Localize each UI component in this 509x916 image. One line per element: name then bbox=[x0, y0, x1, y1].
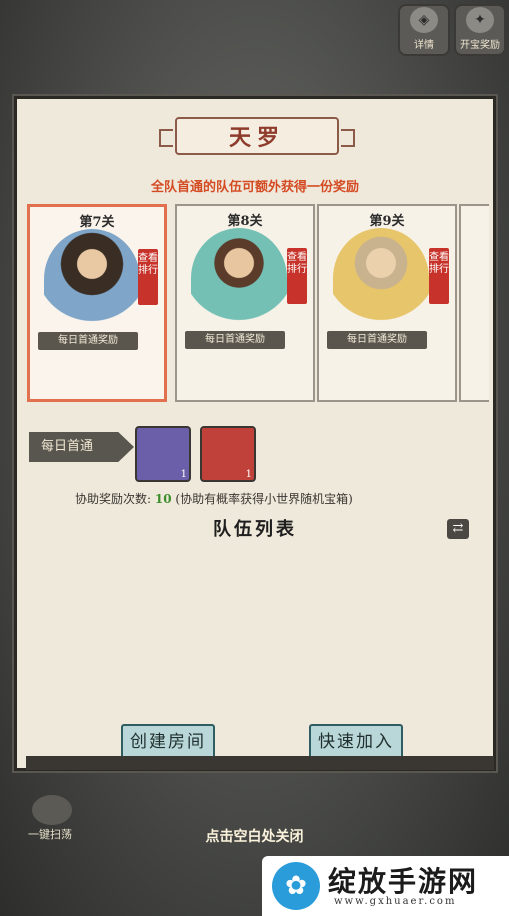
refresh-icon[interactable]: ⇄ bbox=[447, 519, 469, 539]
team-list-title: 队伍列表 bbox=[17, 515, 493, 543]
item-count: 1 bbox=[245, 469, 252, 480]
assist-count: 10 bbox=[154, 492, 172, 506]
stage-list[interactable]: 第7关 查看排行 每日首通奖励 第8关 查看排行 每日首通奖励 第9关 查看排行… bbox=[27, 204, 489, 409]
close-hint[interactable]: 点击空白处关闭 bbox=[0, 826, 509, 846]
stage-number: 第8关 bbox=[227, 214, 263, 229]
assist-label: 协助奖励次数: bbox=[75, 492, 152, 506]
stage-number: 第7关 bbox=[79, 215, 115, 230]
details-button[interactable]: ◈ 详情 bbox=[398, 4, 450, 56]
stage-card-next[interactable] bbox=[459, 204, 489, 402]
watermark-name: 绽放手游网 bbox=[328, 865, 479, 898]
team-list-title-text: 队伍列表 bbox=[213, 519, 297, 540]
view-ranking-button[interactable]: 查看排行 bbox=[287, 248, 307, 304]
watermark: ✿ 绽放手游网 www.gxhuaer.com bbox=[262, 856, 509, 916]
watermark-url: www.gxhuaer.com bbox=[334, 896, 457, 907]
reward-item-crystal[interactable]: 1 bbox=[135, 426, 191, 482]
dungeon-dialog: 天罗 全队首通的队伍可额外获得一份奖励 第7关 查看排行 每日首通奖励 第8关 … bbox=[14, 96, 496, 771]
hero-portrait bbox=[44, 229, 140, 329]
hero-portrait bbox=[191, 228, 287, 328]
hero-portrait bbox=[333, 228, 429, 328]
top-bar: ◈ 详情 ✦ 开宝奖励 bbox=[0, 0, 509, 95]
daily-first-award-label: 每日首通奖励 bbox=[327, 331, 427, 349]
sweep-icon[interactable] bbox=[32, 795, 72, 825]
chest-reward-label: 开宝奖励 bbox=[460, 40, 500, 51]
stage-card-7[interactable]: 第7关 查看排行 每日首通奖励 bbox=[27, 204, 167, 402]
reward-item-chest[interactable]: 1 bbox=[200, 426, 256, 482]
item-count: 1 bbox=[180, 469, 187, 480]
assist-info: 协助奖励次数: 10 (协助有概率获得小世界随机宝箱) bbox=[75, 490, 353, 507]
dialog-title: 天罗 bbox=[159, 117, 355, 155]
stage-card-9[interactable]: 第9关 查看排行 每日首通奖励 bbox=[317, 204, 457, 402]
chest-reward-button[interactable]: ✦ 开宝奖励 bbox=[454, 4, 506, 56]
daily-first-award-label: 每日首通奖励 bbox=[185, 331, 285, 349]
octopus-logo-icon: ✿ bbox=[272, 862, 320, 910]
shield-icon: ◈ bbox=[410, 7, 438, 33]
assist-note: (协助有概率获得小世界随机宝箱) bbox=[175, 492, 353, 506]
details-label: 详情 bbox=[414, 40, 434, 51]
stage-card-8[interactable]: 第8关 查看排行 每日首通奖励 bbox=[175, 204, 315, 402]
view-ranking-button[interactable]: 查看排行 bbox=[429, 248, 449, 304]
dialog-subtitle: 全队首通的队伍可额外获得一份奖励 bbox=[150, 180, 359, 195]
view-ranking-button[interactable]: 查看排行 bbox=[138, 249, 158, 305]
create-room-button[interactable]: 创建房间 bbox=[121, 724, 215, 760]
panel-bottom-border bbox=[26, 756, 494, 770]
close-hint-text: 点击空白处关闭 bbox=[205, 829, 304, 845]
chest-icon: ✦ bbox=[466, 7, 494, 33]
daily-first-label: 每日首通 bbox=[29, 432, 134, 462]
daily-first-award-label: 每日首通奖励 bbox=[38, 332, 138, 350]
stage-number: 第9关 bbox=[369, 214, 405, 229]
quick-join-button[interactable]: 快速加入 bbox=[309, 724, 403, 760]
